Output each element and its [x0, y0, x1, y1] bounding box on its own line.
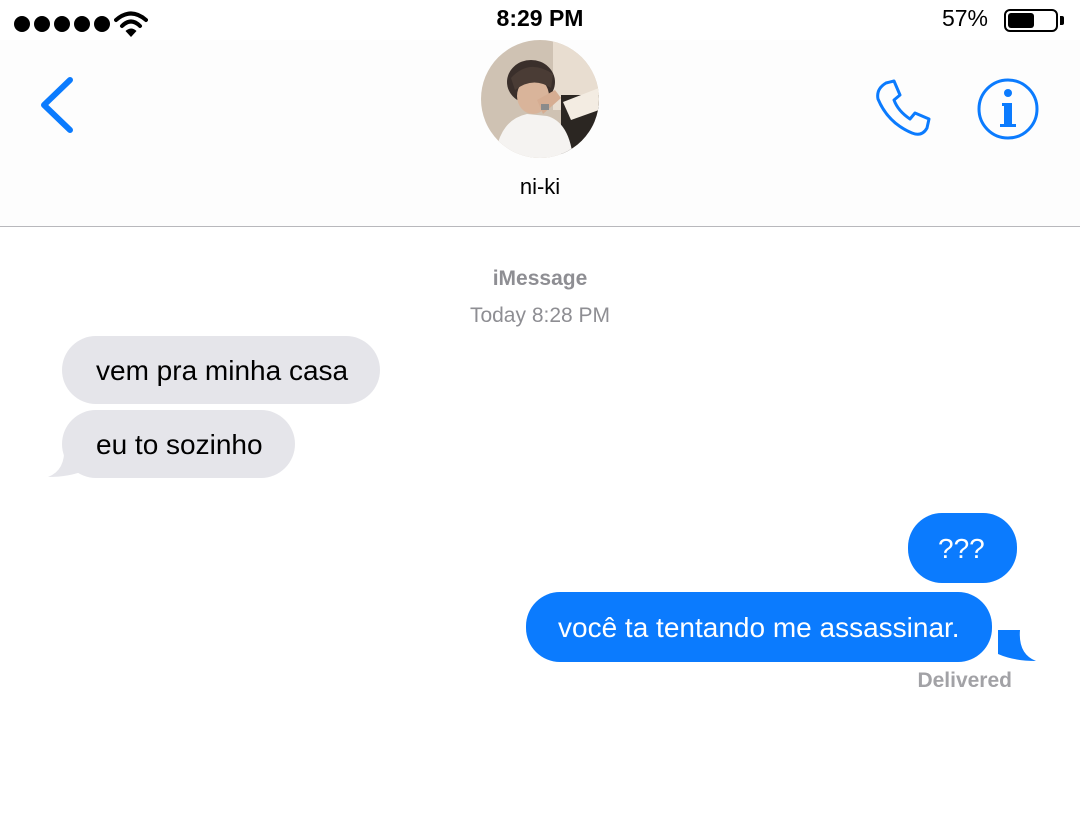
info-icon[interactable]: [975, 76, 1041, 142]
sent-message[interactable]: você ta tentando me assassinar.: [526, 592, 992, 662]
battery-level: [1008, 13, 1034, 28]
sent-message[interactable]: ???: [908, 513, 1017, 583]
delivery-status: Delivered: [917, 669, 1012, 692]
avatar-photo: [481, 40, 599, 158]
status-time: 8:29 PM: [496, 5, 584, 31]
battery-icon: [1004, 9, 1058, 32]
bubble-tail: [998, 630, 1036, 661]
received-message[interactable]: eu to sozinho: [62, 410, 295, 478]
phone-icon[interactable]: [868, 73, 940, 145]
chevron-left-icon[interactable]: [28, 70, 84, 140]
service-label: iMessage: [492, 267, 588, 290]
status-bar: 8:29 PM 57%: [0, 0, 1080, 40]
battery-percentage: 57%: [941, 5, 988, 31]
message-timestamp: Today 8:28 PM: [469, 304, 611, 327]
battery-nub: [1060, 16, 1064, 25]
contact-name[interactable]: ni-ki: [0, 174, 1080, 200]
received-message[interactable]: vem pra minha casa: [62, 336, 381, 404]
conversation-header: ni-ki: [0, 40, 1080, 227]
bubble-tail: [48, 446, 86, 477]
avatar[interactable]: [481, 40, 599, 158]
